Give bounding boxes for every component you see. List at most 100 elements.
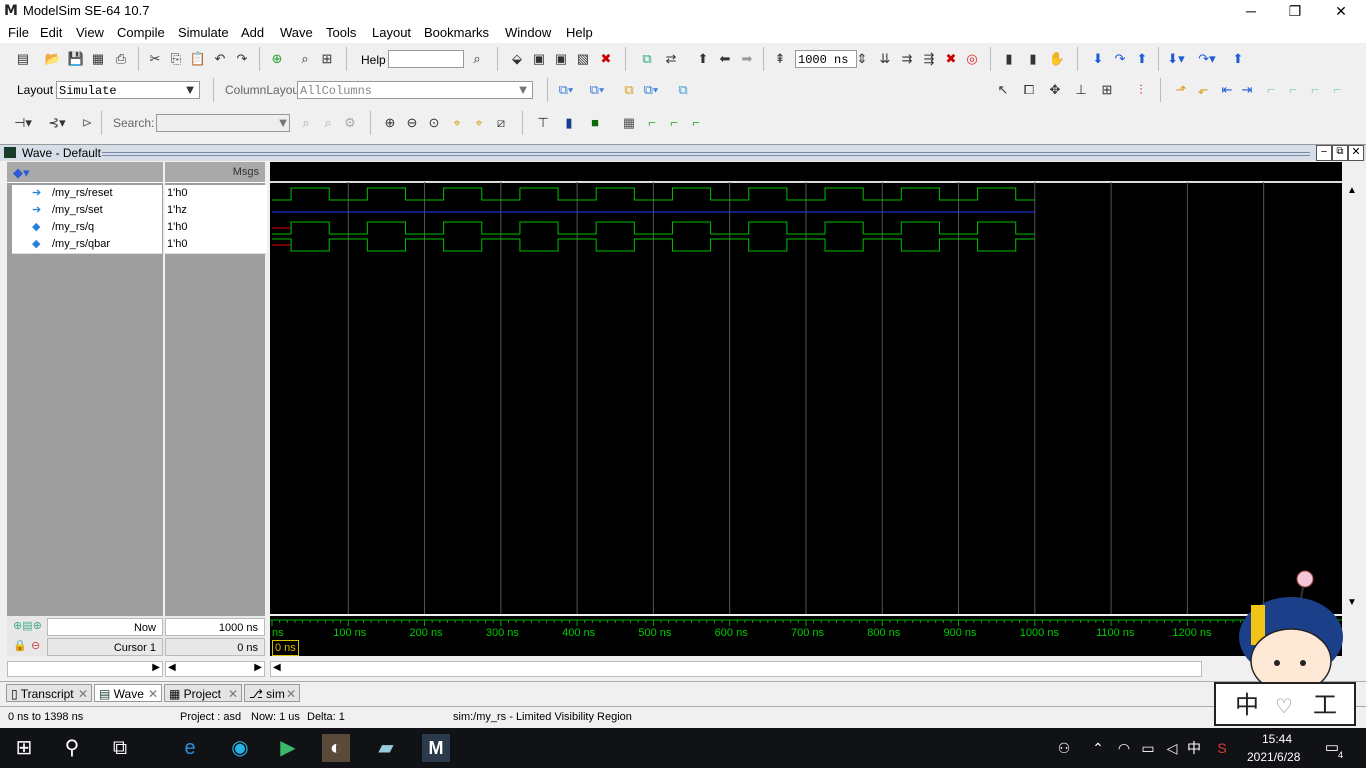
signal-icon[interactable]: ⫶ xyxy=(1132,81,1150,99)
step-into-icon[interactable]: ⬇ xyxy=(1089,50,1107,68)
tab-transcript[interactable]: ▯ Transcript ✕ xyxy=(6,684,92,702)
tab-wave[interactable]: ▤ Wave ✕ xyxy=(94,684,162,702)
scroll-right-icon[interactable]: ▶ xyxy=(152,662,160,673)
insert-cursor-icon[interactable]: ⊞ xyxy=(1098,81,1116,99)
wave-edge-icon[interactable]: ⌐ xyxy=(643,114,661,132)
break-sim-icon[interactable]: ✖ xyxy=(942,50,960,68)
search-options-icon[interactable]: ⚙ xyxy=(341,114,359,132)
wave-add-icon[interactable]: ⊣▾ xyxy=(14,114,32,132)
measure-icon[interactable]: ⊥ xyxy=(1072,81,1090,99)
cursor-label[interactable]: Cursor 1 xyxy=(47,638,163,656)
signal-row[interactable]: ◆ /my_rs/qbar xyxy=(12,236,162,254)
up-arrow-icon[interactable]: ⬆ xyxy=(694,50,712,68)
menu-compile[interactable]: Compile xyxy=(117,25,165,40)
memory-icon[interactable]: ▮ xyxy=(1024,50,1042,68)
sogou-input-icon[interactable]: S xyxy=(1208,734,1236,762)
search-input[interactable] xyxy=(156,114,290,132)
run-all-icon[interactable]: ⇶ xyxy=(920,50,938,68)
signal-row[interactable]: ➔ /my_rs/set xyxy=(12,202,162,220)
zoom-last-icon[interactable]: ⌖ xyxy=(470,114,488,132)
zoom-full-icon[interactable]: ⊙ xyxy=(425,114,443,132)
simulate-icon[interactable]: ▧ xyxy=(574,50,592,68)
cursor-remove-icon[interactable]: ⊖ xyxy=(31,639,40,652)
edge-prev-icon[interactable]: ⬏ xyxy=(1172,81,1190,99)
menu-wave[interactable]: Wave xyxy=(280,25,313,40)
menu-add[interactable]: Add xyxy=(241,25,264,40)
zoom-out-icon[interactable]: ⊖ xyxy=(403,114,421,132)
close-tab-icon[interactable]: ✕ xyxy=(78,685,88,703)
edge-find-icon[interactable]: ⌐ xyxy=(1306,81,1324,99)
close-button[interactable]: ✕ xyxy=(1318,0,1364,22)
zoom-range-icon[interactable]: ⧄ xyxy=(492,114,510,132)
search-next-icon[interactable]: ⌕ xyxy=(319,114,337,132)
chevron-down-icon[interactable]: ▼ xyxy=(514,81,532,99)
waveform-icon[interactable]: ▦ xyxy=(620,114,638,132)
cursor-marker[interactable]: 0 ns xyxy=(272,640,299,656)
edge-find-icon[interactable]: ⌐ xyxy=(1328,81,1346,99)
compile-icon[interactable]: ⬙ xyxy=(508,50,526,68)
undock-pane-icon[interactable]: ⧉ xyxy=(1332,145,1348,161)
compile-selected-icon[interactable]: ▣ xyxy=(552,50,570,68)
wave-format-icon[interactable]: ⊳ xyxy=(78,114,96,132)
show-drivers-icon[interactable]: ⧉ xyxy=(638,50,656,68)
zoom-in-icon[interactable]: ⊕ xyxy=(381,114,399,132)
vertical-scrollbar[interactable]: ▲ ▼ xyxy=(1345,183,1361,613)
wave-hscroll[interactable]: ◀ xyxy=(270,661,1202,677)
save-all-icon[interactable]: ▦ xyxy=(89,50,107,68)
paste-icon[interactable]: 📋 xyxy=(189,50,207,68)
find-icon[interactable]: ⌕ xyxy=(296,50,314,68)
maximize-button[interactable]: ❐ xyxy=(1272,0,1318,22)
help-search-icon[interactable]: ⌕ xyxy=(468,50,486,68)
step-out-dropdown-icon[interactable]: ⬆ xyxy=(1229,50,1247,68)
wave-edge-icon[interactable]: ⌐ xyxy=(687,114,705,132)
menu-file[interactable]: File xyxy=(8,25,29,40)
minimize-button[interactable]: ─ xyxy=(1228,0,1274,22)
step-out-icon[interactable]: ⬆ xyxy=(1133,50,1151,68)
forward-arrow-icon[interactable]: ➡ xyxy=(738,50,756,68)
tab-project[interactable]: ▦ Project ✕ xyxy=(164,684,242,702)
edge-browser-icon[interactable]: e xyxy=(176,734,204,762)
step-into-dropdown-icon[interactable]: ⬇▾ xyxy=(1167,50,1185,68)
compile-all-icon[interactable]: ▣ xyxy=(530,50,548,68)
wave-insert-icon[interactable]: ⊰▾ xyxy=(48,114,66,132)
time-axis-panel[interactable]: ns 100 ns 200 ns 300 ns 400 ns 500 ns 600 ns 70… xyxy=(270,616,1342,656)
scroll-up-icon[interactable]: ▲ xyxy=(1347,185,1357,196)
find-next-icon[interactable]: ⇥ xyxy=(1238,81,1256,99)
window-icon[interactable]: ⧉▾ xyxy=(642,81,660,99)
menu-tools[interactable]: Tools xyxy=(326,25,356,40)
waveform-plot[interactable] xyxy=(270,162,1342,614)
tray-chevron-icon[interactable]: ⌃ xyxy=(1084,734,1112,762)
video-player-icon[interactable]: ▶ xyxy=(274,734,302,762)
pointer-icon[interactable]: ↖ xyxy=(994,81,1012,99)
run-length-input[interactable]: 1000 ns xyxy=(795,50,857,68)
zoom-box-icon[interactable]: ⧠ xyxy=(1020,81,1038,99)
close-pane-icon[interactable]: ✕ xyxy=(1348,145,1364,161)
print-icon[interactable]: ⎙ xyxy=(112,50,130,68)
task-view-icon[interactable]: ⧉ xyxy=(106,734,134,762)
run-icon[interactable]: ⇊ xyxy=(876,50,894,68)
minimize-pane-icon[interactable]: − xyxy=(1316,145,1332,161)
signal-block-icon[interactable]: ▮ xyxy=(560,114,578,132)
layout-select[interactable]: Simulate xyxy=(56,81,200,99)
people-icon[interactable]: ⚇ xyxy=(1050,734,1078,762)
clock-time[interactable]: 15:44 xyxy=(1262,732,1292,746)
dataflow-icon[interactable]: ⇄ xyxy=(662,50,680,68)
undo-icon[interactable]: ↶ xyxy=(211,50,229,68)
menu-simulate[interactable]: Simulate xyxy=(178,25,229,40)
redo-icon[interactable]: ↷ xyxy=(233,50,251,68)
modelsim-taskbar-icon[interactable]: M xyxy=(422,734,450,762)
menu-layout[interactable]: Layout xyxy=(372,25,411,40)
cursor-icon[interactable]: ⊤ xyxy=(534,114,552,132)
menu-help[interactable]: Help xyxy=(566,25,593,40)
scroll-right-icon[interactable]: ▶ xyxy=(254,662,262,673)
new-file-icon[interactable]: ▤ xyxy=(14,50,32,68)
stop-icon[interactable]: ◎ xyxy=(963,50,981,68)
zoom-cursor-icon[interactable]: ⌖ xyxy=(448,114,466,132)
menu-window[interactable]: Window xyxy=(505,25,551,40)
step-over-icon[interactable]: ↷ xyxy=(1111,50,1129,68)
step-over-dropdown-icon[interactable]: ↷▾ xyxy=(1198,50,1216,68)
menu-bookmarks[interactable]: Bookmarks xyxy=(424,25,489,40)
continue-icon[interactable]: ⇉ xyxy=(898,50,916,68)
break-icon[interactable]: ✖ xyxy=(597,50,615,68)
tab-sim[interactable]: ⎇ sim ✕ xyxy=(244,684,300,702)
